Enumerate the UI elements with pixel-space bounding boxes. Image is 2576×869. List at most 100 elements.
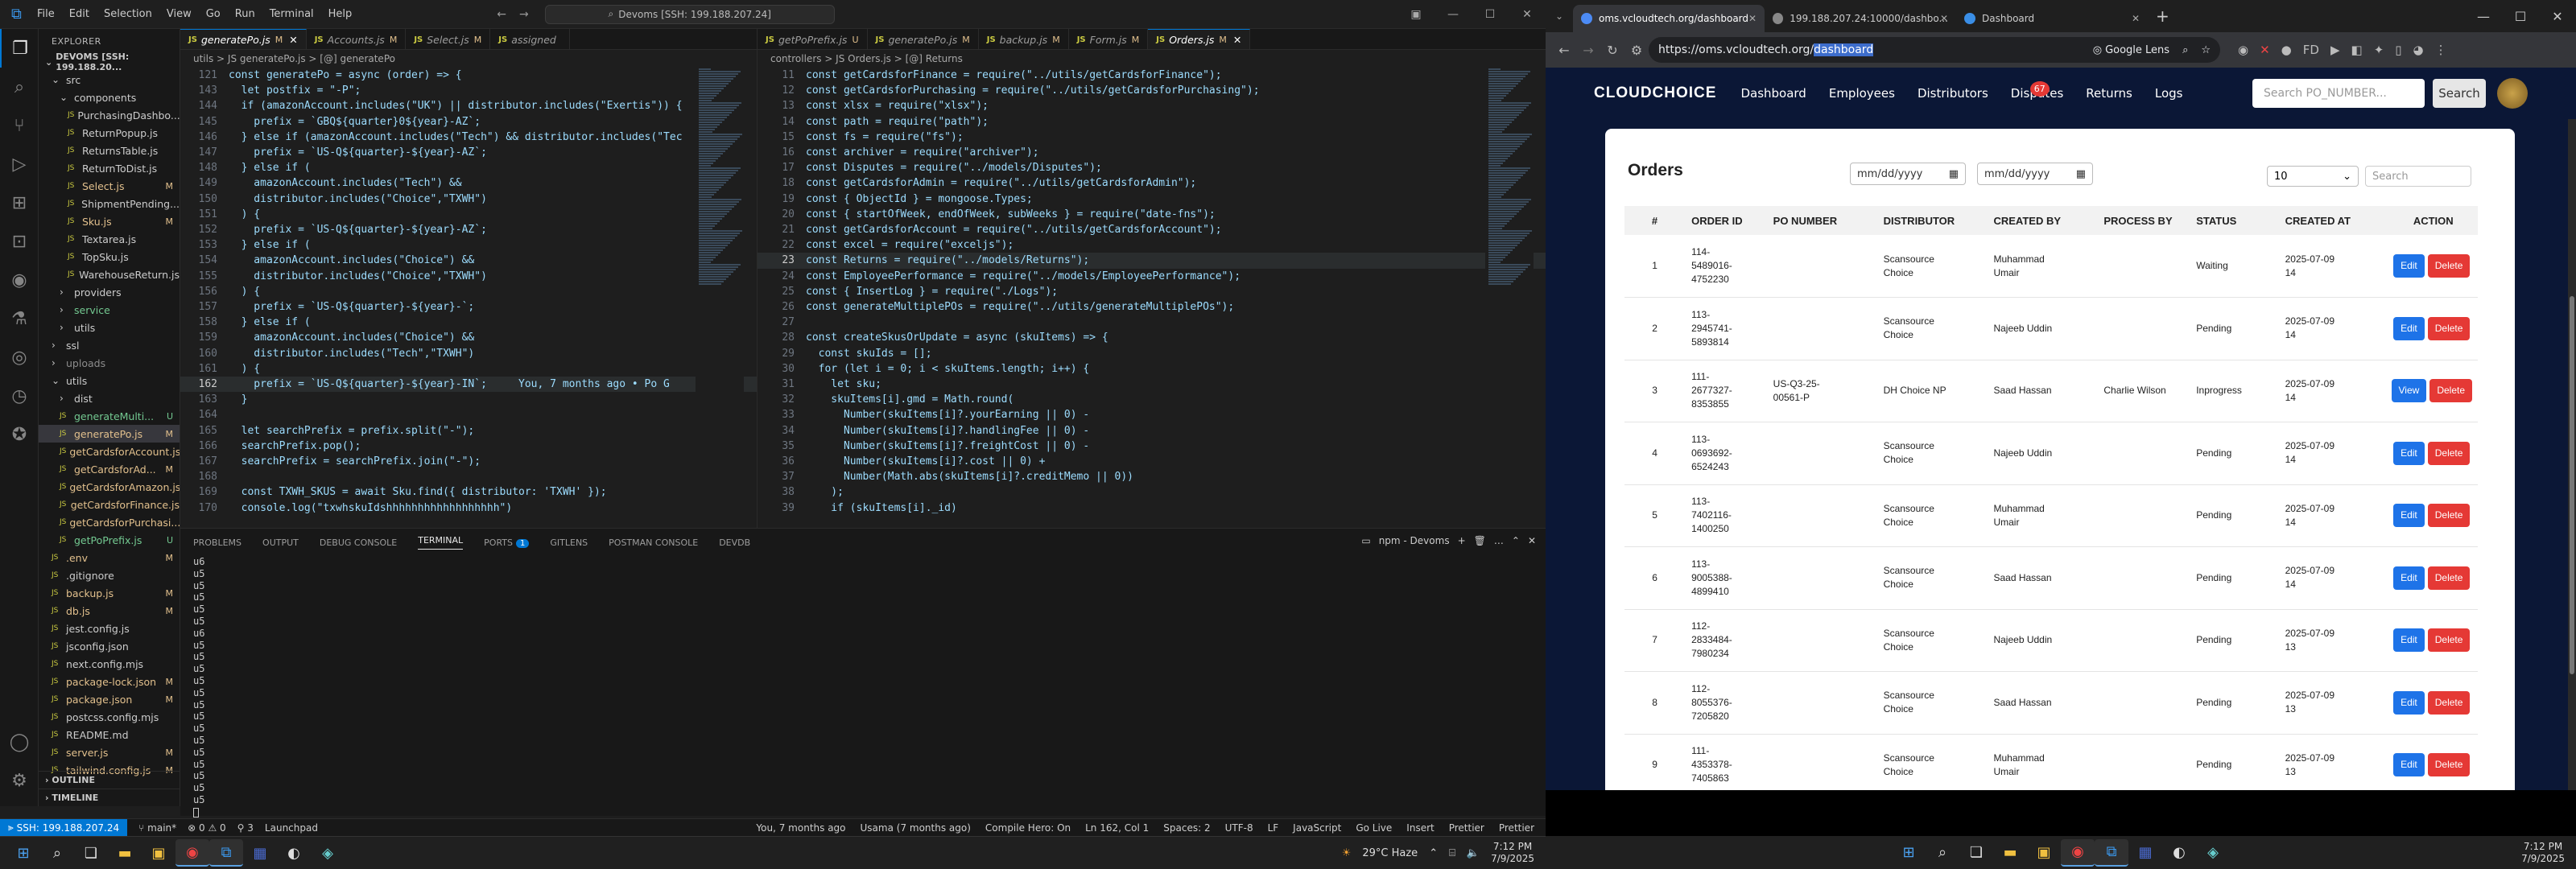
clock-date[interactable]: 7/9/2025: [1491, 853, 1534, 865]
menu-item-edit[interactable]: Edit: [69, 8, 89, 20]
editor-tab[interactable]: JS Accounts.js M: [307, 29, 407, 49]
run-debug-icon[interactable]: ▷: [0, 145, 39, 183]
file-item[interactable]: JS PurchasingDashbo...: [39, 106, 180, 124]
language-status[interactable]: JavaScript: [1293, 822, 1341, 834]
code-editor-left[interactable]: 121 const generatePo = async (order) => {…: [180, 68, 757, 516]
calendar-icon[interactable]: ▦: [2076, 168, 2086, 180]
more-icon[interactable]: …: [1494, 535, 1504, 546]
windows-start-icon[interactable]: ⊞: [6, 839, 40, 867]
panel-tab-ports[interactable]: PORTS 1: [484, 537, 530, 548]
clock-date[interactable]: 7/9/2025: [2521, 853, 2565, 865]
clock-time[interactable]: 7:12 PM: [2521, 841, 2565, 853]
panel-tab-problems[interactable]: PROBLEMS: [193, 537, 242, 548]
edit-button[interactable]: Edit: [2393, 254, 2425, 278]
back-arrow-icon[interactable]: ←: [497, 8, 506, 21]
browser-tab[interactable]: oms.vcloudtech.org/dashboard ✕: [1573, 5, 1765, 32]
table-search-input[interactable]: Search: [2365, 166, 2471, 187]
nav-link-disputes[interactable]: Disputes67: [2011, 81, 2063, 101]
file-item[interactable]: JS jsconfig.json: [39, 637, 180, 655]
editor-tab[interactable]: JS assigned: [490, 29, 570, 49]
app3-icon[interactable]: ◈: [311, 839, 345, 867]
file-item[interactable]: JS postcss.config.mjs: [39, 708, 180, 726]
table-row[interactable]: 6 113- 9005388- 4899410 Scansource Choice S…: [1624, 546, 2478, 610]
compile-hero-status[interactable]: Compile Hero: On: [985, 822, 1071, 834]
column-header[interactable]: STATUS: [2190, 206, 2279, 235]
file-item[interactable]: JS TopSku.js: [39, 248, 180, 266]
explorer-icon[interactable]: ❐: [0, 29, 39, 68]
menu-item-file[interactable]: File: [37, 8, 55, 20]
close-tab-icon[interactable]: ✕: [2132, 13, 2140, 24]
table-row[interactable]: 4 113- 0693692- 6524243 Scansource Choice N…: [1624, 422, 2478, 485]
scrollbar-thumb[interactable]: [2570, 296, 2574, 674]
timeline-section[interactable]: › TIMELINE: [39, 789, 180, 806]
column-header[interactable]: CREATED AT: [2278, 206, 2389, 235]
panel-tab-output[interactable]: OUTPUT: [262, 537, 299, 548]
column-header[interactable]: ACTION: [2388, 206, 2478, 235]
editor-tab[interactable]: JS getPoPrefix.js U: [758, 29, 868, 49]
file-item[interactable]: JS ShipmentPending...: [39, 195, 180, 212]
menu-item-go[interactable]: Go: [206, 8, 221, 20]
add-terminal-icon[interactable]: +: [1458, 535, 1466, 546]
extension-icon[interactable]: ◉: [2238, 43, 2248, 57]
vscode-icon[interactable]: ⧉: [209, 839, 243, 867]
app-icon[interactable]: ▦: [243, 839, 277, 867]
task-view-icon[interactable]: ❏: [1959, 839, 1993, 867]
maximize-panel-icon[interactable]: ⌃: [1512, 535, 1520, 546]
close-tab-icon[interactable]: ✕: [289, 34, 297, 46]
file-item[interactable]: JS backup.js M: [39, 584, 180, 602]
trash-icon[interactable]: 🗑: [1474, 535, 1486, 546]
minimap[interactable]: [1485, 68, 1534, 528]
end-date-input[interactable]: mm/dd/yyyy ▦: [1977, 163, 2093, 185]
table-row[interactable]: 5 113- 7402116- 1400250 Scansource Choice M…: [1624, 484, 2478, 547]
brand-logo[interactable]: CLOUDCHOICE: [1594, 84, 1716, 102]
menu-item-terminal[interactable]: Terminal: [270, 8, 314, 20]
delete-button[interactable]: Delete: [2429, 379, 2472, 403]
file-item[interactable]: JS next.config.mjs: [39, 655, 180, 673]
delete-button[interactable]: Delete: [2427, 753, 2471, 777]
edit-button[interactable]: Edit: [2393, 316, 2425, 340]
minimize-icon[interactable]: —: [1435, 0, 1472, 29]
extension4-icon[interactable]: FD: [2303, 43, 2319, 57]
terminal-output[interactable]: u6 u5 u5 u5 u5 u5 u6 u5 u5 u5 u5 u5 u5 u5 u5 u5 u5 u5 u5 u5…: [180, 556, 1546, 818]
minimap[interactable]: [696, 68, 744, 528]
table-row[interactable]: 2 113- 2945741- 5893814 Scansource Choice N…: [1624, 297, 2478, 360]
view-button[interactable]: View: [2391, 379, 2427, 403]
close-tab-icon[interactable]: ✕: [1233, 34, 1241, 46]
file-item[interactable]: JS getCardsforAccount.js: [39, 443, 180, 460]
app-icon[interactable]: ▦: [2128, 839, 2162, 867]
indentation-status[interactable]: Spaces: 2: [1163, 822, 1210, 834]
account-icon[interactable]: ◯: [0, 723, 39, 761]
file-item[interactable]: JS .gitignore: [39, 566, 180, 584]
file-item[interactable]: JS Textarea.js: [39, 230, 180, 248]
folder-item[interactable]: › utils: [39, 319, 180, 336]
delete-button[interactable]: Delete: [2427, 566, 2471, 590]
table-row[interactable]: 3 111- 2677327- 8353855 US-Q3-25- 00561-P D…: [1624, 360, 2478, 422]
sidepanel-icon[interactable]: ▯: [2395, 43, 2401, 57]
minimize-icon[interactable]: —: [2465, 0, 2502, 32]
column-header[interactable]: ORDER ID: [1685, 206, 1767, 235]
maximize-icon[interactable]: ☐: [1472, 0, 1509, 29]
file-item[interactable]: JS generatePo.js M: [39, 425, 180, 443]
panel-tab-gitlens[interactable]: GITLENS: [550, 537, 588, 548]
new-tab-icon[interactable]: +: [2156, 6, 2169, 26]
search-icon[interactable]: ⌕: [40, 839, 74, 867]
app2-icon[interactable]: ◐: [277, 839, 311, 867]
edit-button[interactable]: Edit: [2393, 690, 2425, 715]
chrome-icon[interactable]: ◉: [2061, 838, 2095, 867]
menu-item-selection[interactable]: Selection: [104, 8, 152, 20]
workspace-root[interactable]: ⌄ DEVOMS [SSH: 199.188.20...: [39, 51, 180, 72]
delete-button[interactable]: Delete: [2427, 316, 2471, 340]
insert-status[interactable]: Insert: [1406, 822, 1434, 834]
column-header[interactable]: PO NUMBER: [1766, 206, 1877, 235]
zoom-icon[interactable]: ⌕: [2182, 44, 2188, 56]
eol-status[interactable]: LF: [1268, 822, 1279, 834]
problems-status[interactable]: ⊗ 0 ⚠ 0: [188, 822, 226, 834]
app3-icon[interactable]: ◈: [2196, 839, 2230, 867]
nav-link-employees[interactable]: Employees: [1829, 86, 1895, 101]
extension3-icon[interactable]: ●: [2281, 43, 2292, 57]
close-icon[interactable]: ✕: [2539, 0, 2576, 32]
file-item[interactable]: JS jest.config.js: [39, 620, 180, 637]
command-center[interactable]: ⌕ Devoms [SSH: 199.188.207.24]: [544, 4, 835, 24]
reload-icon[interactable]: ↻: [1600, 43, 1624, 58]
po-search-button[interactable]: Search: [2433, 79, 2486, 108]
